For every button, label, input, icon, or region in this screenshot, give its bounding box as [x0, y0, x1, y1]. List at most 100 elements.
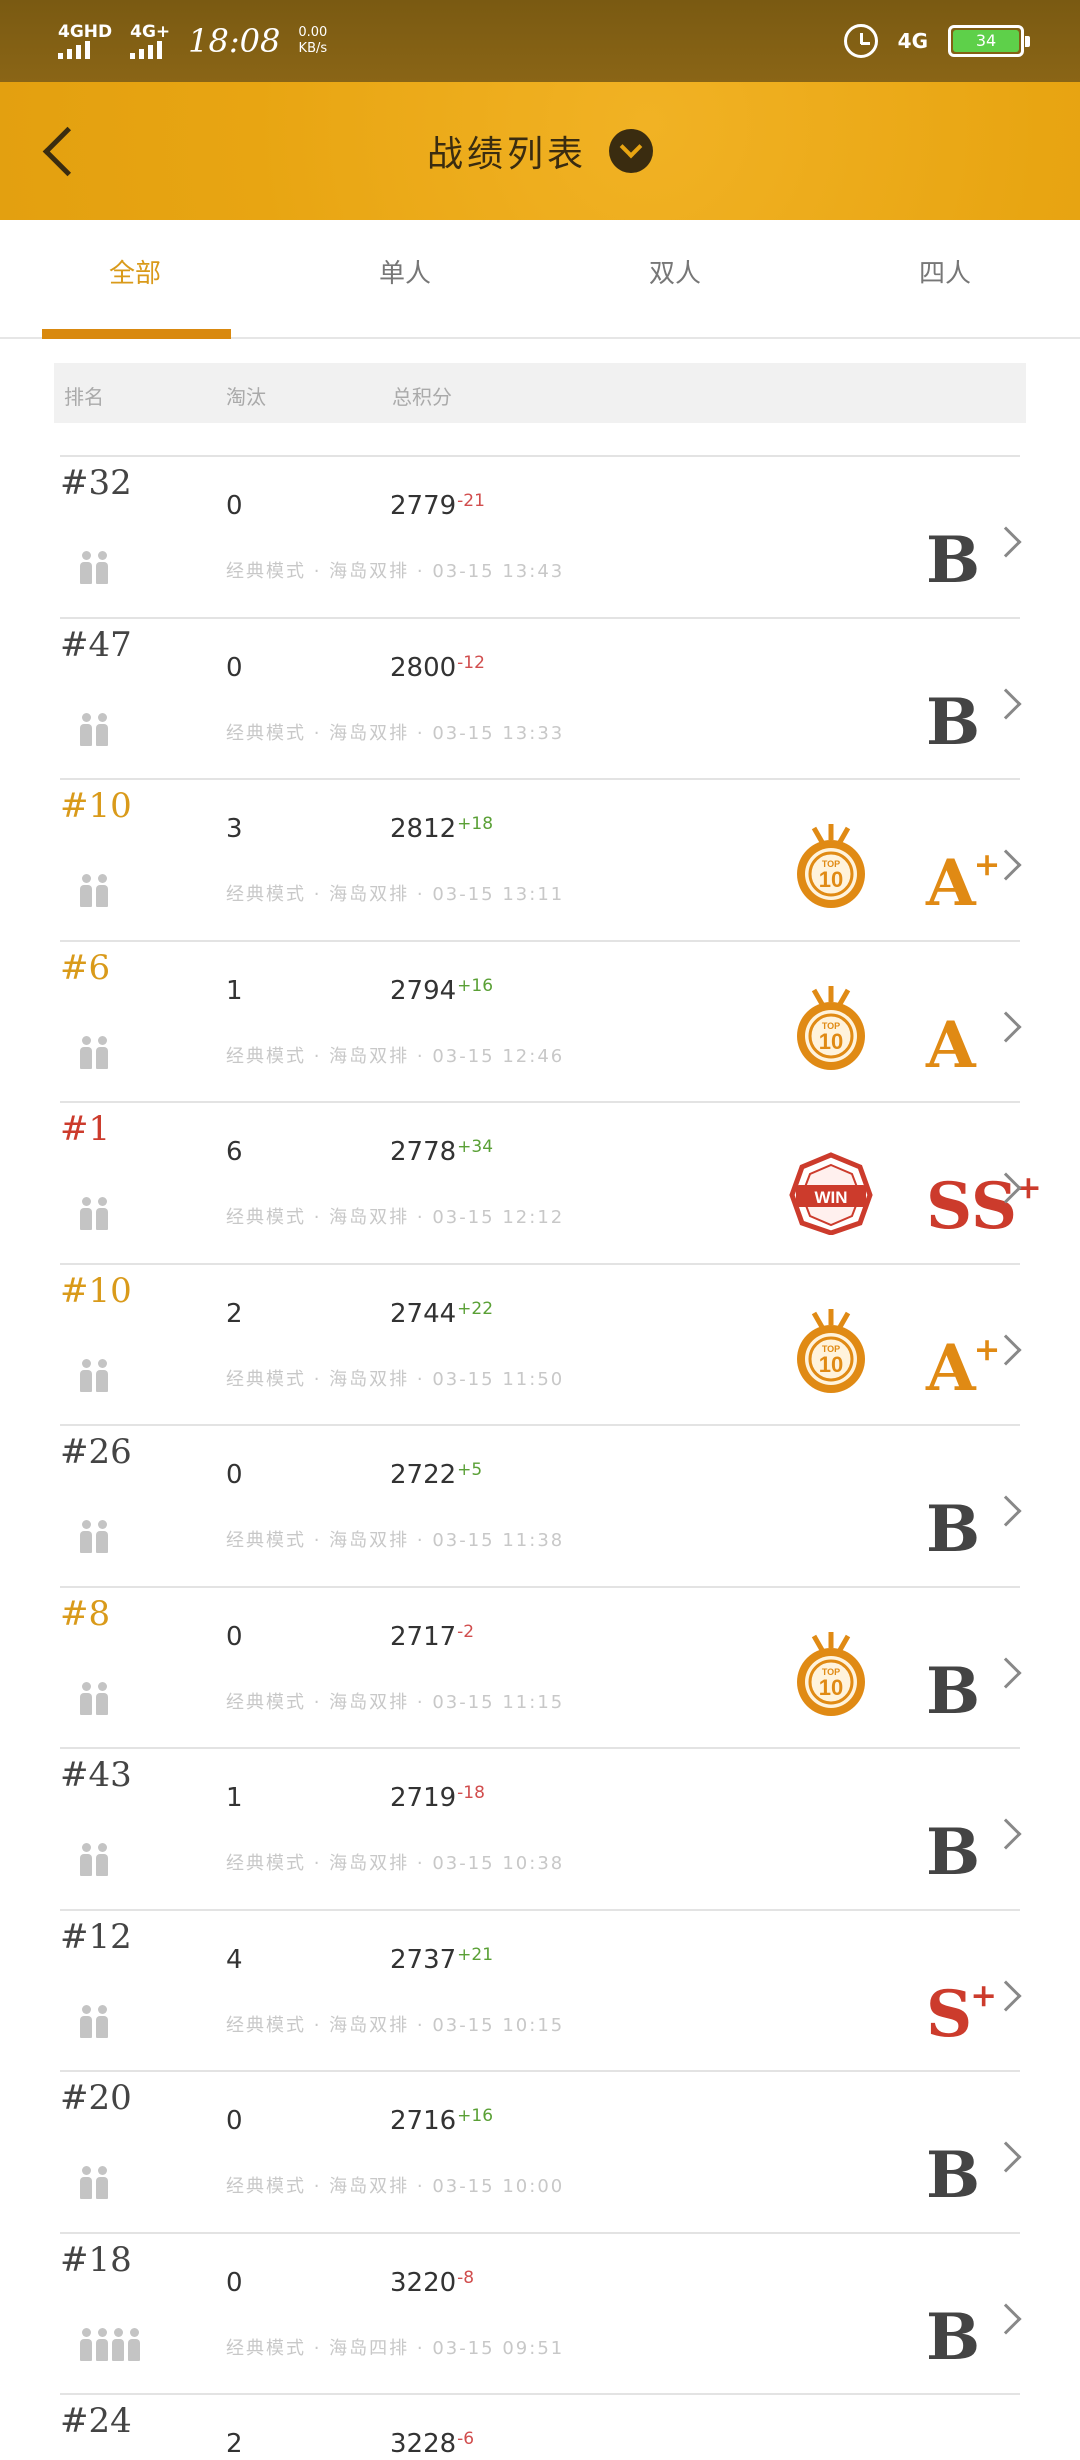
list-item[interactable]: #47 0 2800-12 经典模式 · 海岛双排 · 03-15 13:33 … [60, 616, 1022, 779]
list-item[interactable]: #12 4 2737+21 经典模式 · 海岛双排 · 03-15 10:15 … [60, 1908, 1022, 2071]
tab-solo[interactable]: 单人 [270, 220, 540, 337]
kills: 3 [226, 814, 243, 844]
duo-icon [80, 551, 108, 585]
top10-badge: TOP 10 [788, 1630, 874, 1720]
signal-bars-icon [58, 41, 90, 59]
score-delta: -2 [457, 1621, 475, 1642]
column-score: 总积分 [392, 385, 452, 409]
list-item[interactable]: #20 0 2716+16 经典模式 · 海岛双排 · 03-15 10:00 … [60, 2070, 1022, 2232]
match-list: #32 0 2779-21 经典模式 · 海岛双排 · 03-15 13:43 … [60, 455, 1042, 2460]
chevron-right-icon[interactable] [990, 1010, 1022, 1043]
duo-icon [80, 1520, 108, 1554]
column-rank: 排名 [64, 385, 104, 409]
list-item[interactable]: #26 0 2722+5 经典模式 · 海岛双排 · 03-15 11:38 B [60, 1424, 1022, 1586]
score-delta: +22 [457, 1298, 494, 1319]
win-badge-icon: WIN [789, 1152, 873, 1236]
rank: #18 [60, 2239, 132, 2280]
match-info: 经典模式 · 海岛双排 · 03-15 12:46 [226, 1045, 565, 1067]
back-arrow-icon[interactable] [36, 122, 86, 182]
score-delta: -18 [457, 1783, 485, 1803]
top10-badge-icon: TOP 10 [797, 1631, 865, 1716]
score-delta: -21 [457, 491, 485, 511]
rank: #47 [60, 624, 132, 665]
top10-badge: TOP 10 [788, 822, 874, 912]
signal-label-2: 4G+ [130, 22, 171, 42]
score-delta: -12 [457, 652, 485, 673]
grade-letter: B [926, 2138, 981, 2213]
grade: B [926, 667, 980, 759]
chevron-right-icon[interactable] [990, 526, 1022, 558]
list-item[interactable]: #1 6 2778+34 经典模式 · 海岛双排 · 03-15 12:12 W… [60, 1101, 1042, 1263]
duo-icon [80, 1681, 108, 1716]
top10-badge-number: 10 [819, 1352, 843, 1377]
list-item[interactable]: #8 0 2717-2 经典模式 · 海岛双排 · 03-15 11:15 TO… [60, 1585, 1022, 1748]
score: 2719-18 [390, 1783, 485, 1813]
chevron-right-icon[interactable] [990, 2302, 1022, 2335]
score: 2778+34 [390, 1137, 493, 1167]
top10-badge-icon: TOP 10 [797, 985, 865, 1070]
list-item[interactable]: #43 1 2719-18 经典模式 · 海岛双排 · 03-15 10:38 … [60, 1747, 1022, 1909]
grade: A [926, 990, 976, 1083]
list-item[interactable]: #6 1 2794+16 经典模式 · 海岛双排 · 03-15 12:46 T… [60, 939, 1022, 1102]
match-info: 经典模式 · 海岛双排 · 03-15 13:43 [226, 561, 565, 582]
grade-letter: B [926, 2299, 981, 2375]
score-value: 2744 [390, 1298, 457, 1329]
grade: B [926, 2282, 981, 2375]
grade-letter: B [926, 1492, 981, 1567]
rank: #12 [60, 1916, 132, 1957]
duo-icon [80, 2166, 108, 2200]
score: 3220-8 [390, 2268, 474, 2298]
grade-letter: A [926, 1007, 976, 1083]
grade-letter: B [926, 523, 981, 598]
chevron-down-icon[interactable] [609, 129, 653, 173]
chevron-right-icon[interactable] [990, 1495, 1022, 1527]
kills: 0 [226, 1621, 243, 1652]
grade-letter: A [926, 1330, 976, 1406]
score-value: 2794 [390, 975, 457, 1006]
score-value: 2716 [390, 2106, 457, 2136]
top10-badge: TOP 10 [788, 1307, 874, 1397]
tab-squad[interactable]: 四人 [810, 220, 1080, 337]
match-info: 经典模式 · 海岛四排 · 03-15 09:51 [226, 2337, 565, 2359]
list-item[interactable]: #10 3 2812+18 经典模式 · 海岛双排 · 03-15 13:11 … [60, 778, 1022, 940]
list-item[interactable]: #32 0 2779-21 经典模式 · 海岛双排 · 03-15 13:43 … [60, 455, 1022, 617]
score-value: 2722 [390, 1460, 457, 1490]
chevron-right-icon[interactable] [990, 687, 1022, 720]
tab-all[interactable]: 全部 [0, 220, 270, 339]
table-header: 排名 淘汰 总积分 [54, 363, 1026, 423]
match-info: 经典模式 · 海岛双排 · 03-15 11:38 [226, 1530, 565, 1551]
list-item[interactable]: #18 0 3220-8 经典模式 · 海岛四排 · 03-15 09:51 B [60, 2231, 1022, 2394]
kills: 2 [226, 2429, 243, 2459]
score-delta: +16 [457, 975, 494, 996]
grade: B [926, 1797, 980, 1889]
list-item[interactable]: #24 2 3228-6 B [60, 2393, 1020, 2460]
top10-badge-icon: TOP 10 [797, 1308, 865, 1393]
tab-duo[interactable]: 双人 [540, 220, 810, 337]
score: 2737+21 [390, 1945, 493, 1975]
rank: #20 [60, 2078, 132, 2118]
top10-badge-number: 10 [819, 867, 843, 892]
network-type: 4G [897, 29, 928, 53]
score-value: 2800 [390, 652, 457, 683]
score-value: 2717 [390, 1621, 457, 1652]
duo-icon [80, 2004, 108, 2039]
chevron-right-icon[interactable] [990, 2141, 1022, 2173]
grade-letter: S [926, 1976, 973, 2052]
grade: A+ [926, 1313, 1000, 1405]
chevron-right-icon[interactable] [990, 1656, 1022, 1689]
score-value: 2719 [390, 1783, 457, 1813]
kills: 0 [226, 2106, 243, 2136]
score-delta: +18 [457, 814, 494, 834]
win-badge-label: WIN [814, 1188, 847, 1207]
score-value: 3220 [390, 2267, 457, 2298]
grade: B [926, 2443, 978, 2460]
list-item[interactable]: #10 2 2744+22 经典模式 · 海岛双排 · 03-15 11:50 … [60, 1262, 1022, 1425]
grade: B [926, 2120, 981, 2213]
chevron-right-icon[interactable] [990, 1818, 1022, 1850]
kills: 2 [226, 1298, 243, 1329]
rank: #24 [60, 2401, 132, 2441]
top10-badge-number: 10 [819, 1029, 843, 1054]
score: 2812+18 [390, 814, 493, 844]
duo-icon [80, 1358, 108, 1393]
match-info: 经典模式 · 海岛双排 · 03-15 12:12 [226, 1207, 565, 1228]
